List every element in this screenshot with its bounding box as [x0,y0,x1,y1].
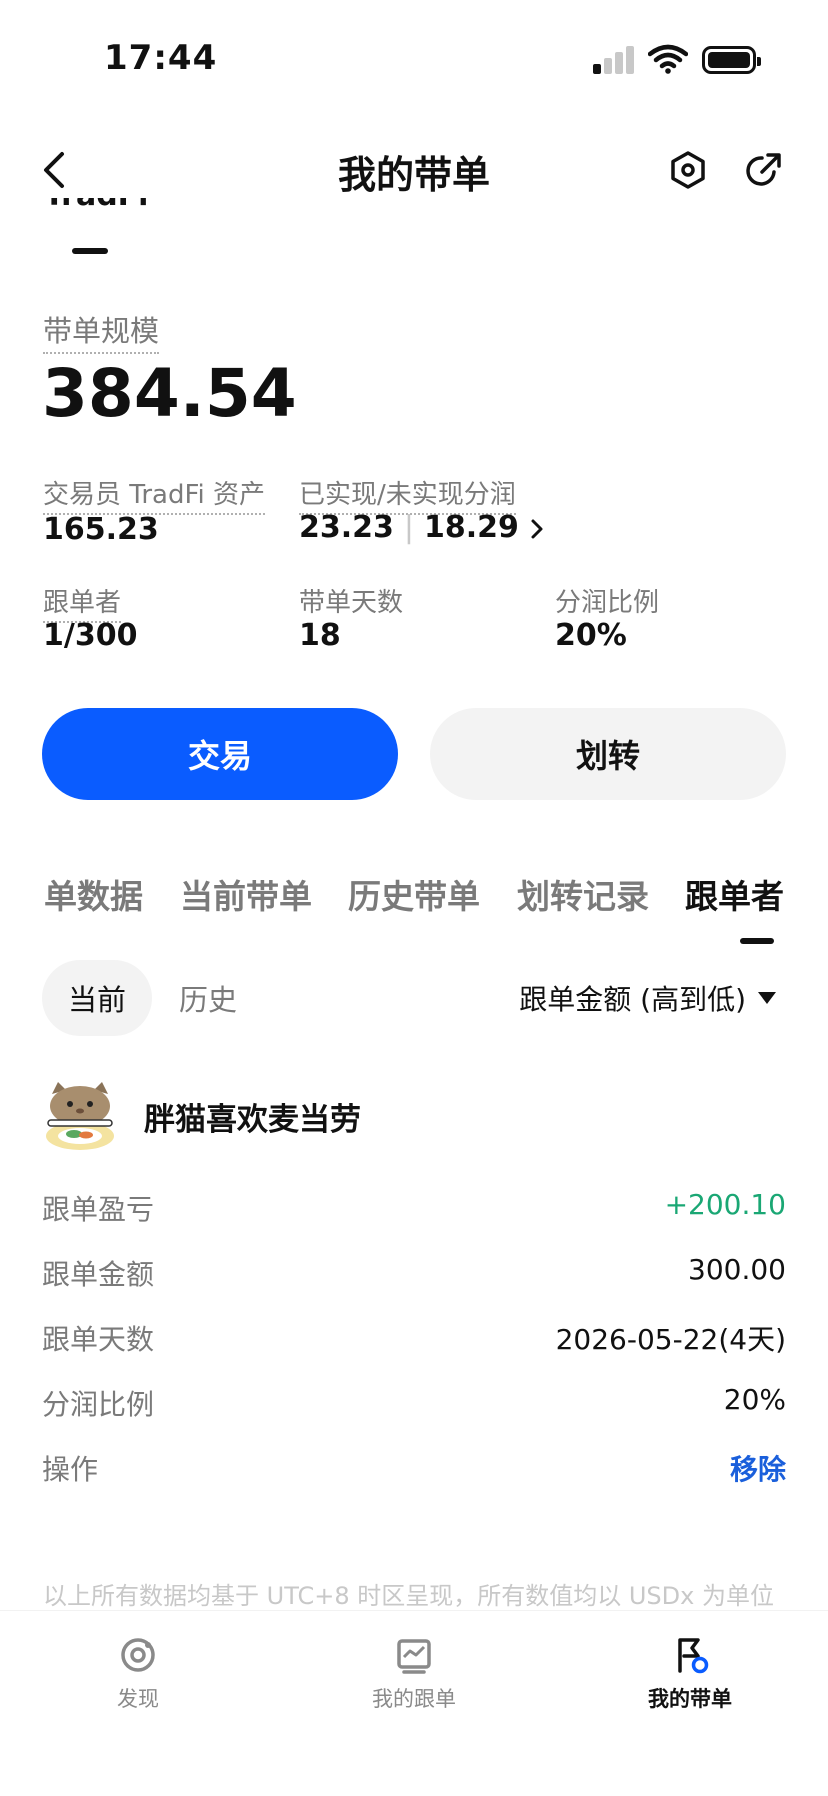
share-ratio-label: 分润比例 [555,588,660,618]
row-value: 300.00 [688,1253,786,1286]
share-ratio-value: 20% [555,618,627,653]
days-value: 18 [299,618,341,653]
followers-label[interactable]: 跟单者 [43,582,122,623]
row-label: 操作 [42,1453,99,1486]
separator: | [403,510,415,545]
scale-value: 384.54 [42,355,297,432]
followers-value: 1/300 [43,618,138,653]
row-label: 跟单天数 [42,1323,155,1356]
unrealized-value: 18.29 [424,510,519,545]
scrolled-tab-fragment: TradFi [44,198,154,226]
subtab-current[interactable]: 当前 [42,960,152,1036]
settings-hexagon-icon[interactable] [668,150,708,190]
trade-button[interactable]: 交易 [42,708,398,800]
footnote: 以上所有数据均基于 UTC+8 时区呈现，所有数值均以 USDx 为单位 [43,1582,774,1610]
nav-label: 我的带单 [648,1687,732,1711]
nav-label: 我的跟单 [372,1687,456,1711]
sort-dropdown[interactable]: 跟单金额 (高到低) [519,978,776,1018]
chart-icon [397,1639,431,1674]
row-follow-amount: 跟单金额 300.00 [42,1253,786,1297]
section-tabs: 单数据 当前带单 历史带单 划转记录 跟单者 [0,870,828,950]
follower-name: 胖猫喜欢麦当劳 [144,1102,361,1138]
tab-followers[interactable]: 跟单者 [685,870,784,918]
active-tab-indicator [740,938,774,944]
row-value: 2026-05-22(4天) [555,1323,786,1356]
nav-discover[interactable]: 发现 [58,1635,218,1713]
row-value: 20% [723,1383,786,1416]
nav-my-follow[interactable]: 我的跟单 [334,1635,494,1713]
remove-button[interactable]: 移除 [730,1448,786,1488]
row-value: +200.10 [664,1188,786,1221]
trader-assets-label[interactable]: 交易员 TradFi 资产 [43,474,266,515]
row-follow-days: 跟单天数 2026-05-22(4天) [42,1318,786,1362]
row-follow-pnl: 跟单盈亏 +200.10 [42,1188,786,1232]
bottom-nav: 发现 我的跟单 我的带单 [0,1610,828,1796]
tab-current-orders[interactable]: 当前带单 [180,870,312,918]
profit-share-value[interactable]: 23.23 | 18.29 [299,510,547,545]
flag-icon [678,1638,709,1674]
transfer-button[interactable]: 划转 [430,708,786,800]
status-time: 17:44 [104,38,218,78]
share-icon[interactable] [744,150,784,190]
sort-label: 跟单金额 (高到低) [519,983,746,1016]
nav-my-lead[interactable]: 我的带单 [610,1635,770,1713]
tab-history-orders[interactable]: 历史带单 [348,870,480,918]
trader-assets-value: 165.23 [43,512,159,547]
row-label: 分润比例 [42,1388,155,1421]
discover-icon [121,1638,155,1672]
row-share-ratio: 分润比例 20% [42,1383,786,1427]
row-operation: 操作 移除 [42,1448,786,1492]
chevron-right-icon [531,519,543,538]
realized-value: 23.23 [299,510,394,545]
battery-icon [702,46,761,74]
wifi-icon [648,44,688,74]
subtab-history[interactable]: 历史 [162,960,254,1036]
signal-icon [593,44,637,74]
row-label: 跟单金额 [42,1258,155,1291]
nav-label: 发现 [117,1687,159,1711]
days-label: 带单天数 [299,588,404,618]
avatar [46,1082,114,1150]
tab-underline-top [72,248,108,254]
tab-data[interactable]: 单数据 [44,870,143,918]
status-bar: 17:44 [0,0,828,120]
scale-label[interactable]: 带单规模 [43,308,160,354]
profit-share-label[interactable]: 已实现/未实现分润 [299,474,516,515]
tab-transfer-records[interactable]: 划转记录 [517,870,649,918]
caret-down-icon [758,992,776,1004]
row-label: 跟单盈亏 [42,1193,155,1226]
